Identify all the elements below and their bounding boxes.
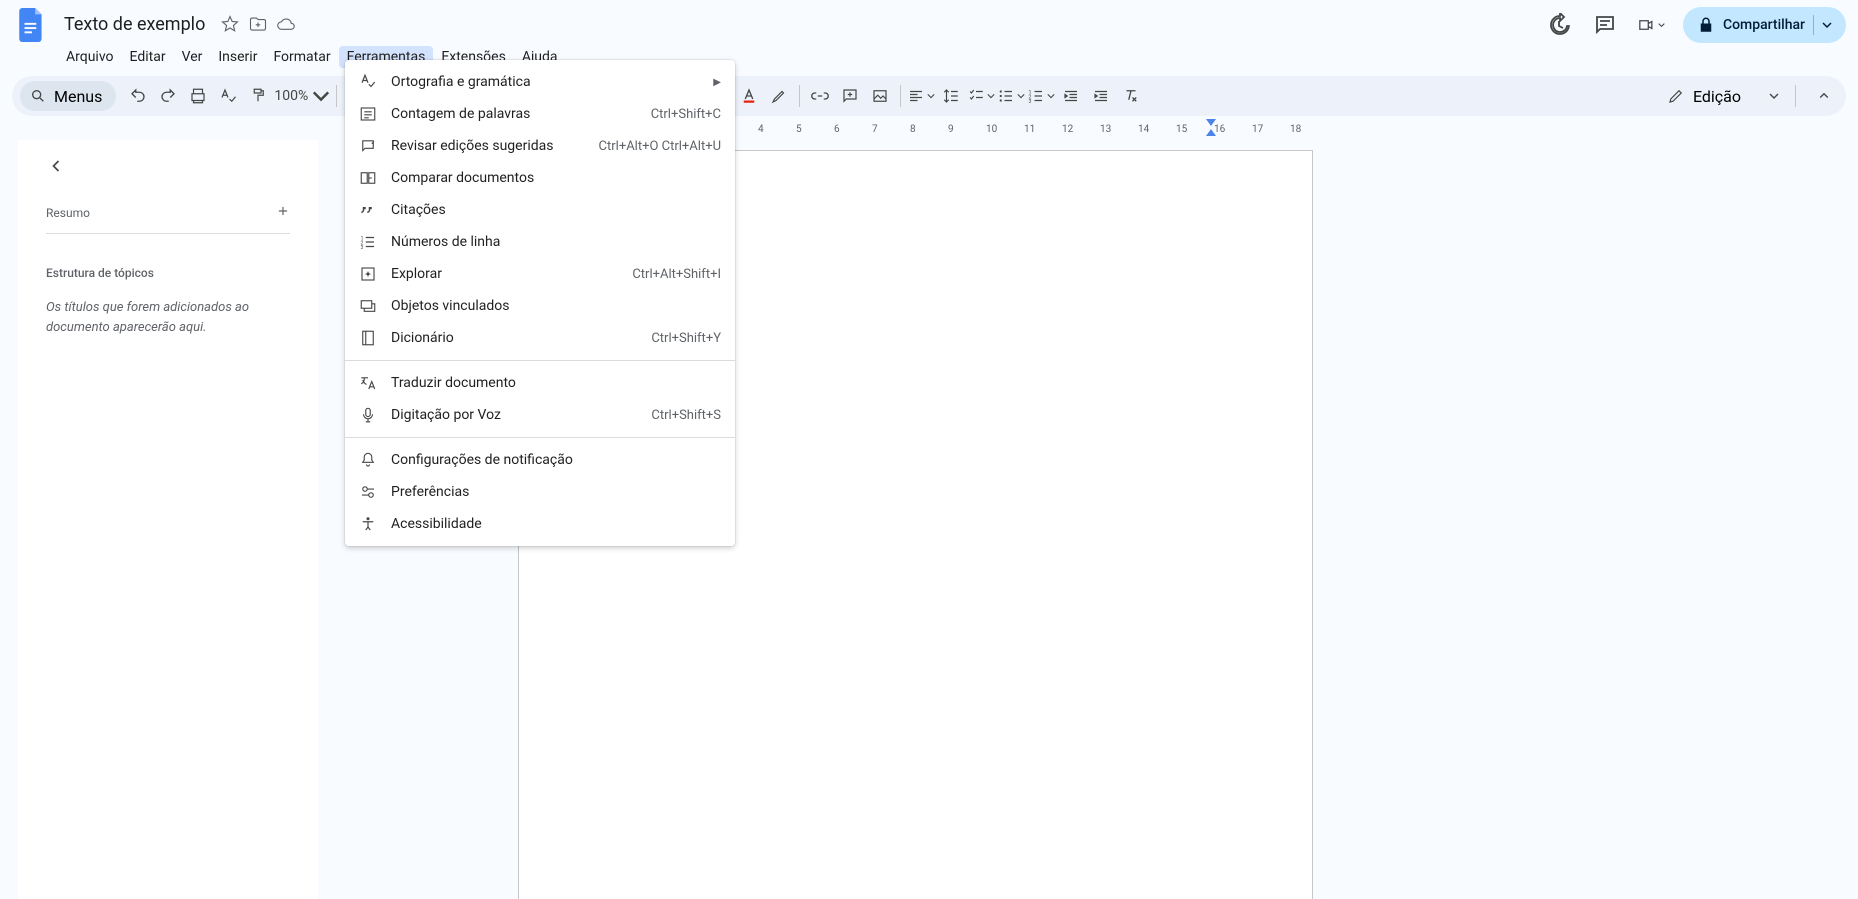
spellcheck-icon [359,73,377,91]
ruler-tick: 12 [1062,124,1073,135]
ruler-tick: 9 [948,124,954,135]
share-button[interactable]: Compartilhar [1683,7,1846,43]
ruler-tick: 7 [872,124,878,135]
translate-icon [359,374,377,392]
outline-placeholder: Os títulos que forem adicionados ao docu… [46,298,290,337]
menu-item-dicion-rio[interactable]: DicionárioCtrl+Shift+Y [345,322,735,354]
a11y-icon [359,515,377,533]
ruler-tick: 15 [1176,124,1187,135]
editing-mode-button[interactable]: Edição [1657,87,1789,106]
menu-editar[interactable]: Editar [122,46,174,68]
insert-image-button[interactable] [866,82,894,110]
move-icon[interactable] [249,15,267,37]
ruler-tick: 18 [1290,124,1301,135]
menu-inserir[interactable]: Inserir [210,46,265,68]
menu-item-cita-es[interactable]: Citações [345,194,735,226]
docs-logo[interactable] [12,5,52,45]
outline-panel: Resumo Estrutura de tópicos Os títulos q… [18,140,318,899]
summary-label: Resumo [46,206,90,220]
voice-icon [359,406,377,424]
menu-formatar[interactable]: Formatar [265,46,338,68]
document-title[interactable]: Texto de exemplo [58,13,211,36]
collapse-toolbar-button[interactable] [1810,82,1838,110]
ruler-tick: 6 [834,124,840,135]
ruler-tick: 4 [758,124,764,135]
svg-text:3: 3 [1029,99,1032,105]
line-spacing-button[interactable] [937,82,965,110]
add-summary-button[interactable] [276,204,290,221]
menubar: ArquivoEditarVerInserirFormatarFerrament… [0,44,1858,70]
svg-text:3: 3 [361,245,364,251]
search-menus[interactable]: Menus [20,81,116,111]
submenu-arrow-icon: ▶ [713,77,721,88]
indent-increase-button[interactable] [1087,82,1115,110]
menu-item-prefer-ncias[interactable]: Preferências [345,476,735,508]
explore-icon [359,265,377,283]
star-icon[interactable] [221,15,239,37]
linked-icon [359,297,377,315]
ruler-tick: 16 [1214,124,1225,135]
clear-formatting-button[interactable] [1117,82,1145,110]
menu-item-digita-o-por-voz[interactable]: Digitação por VozCtrl+Shift+S [345,399,735,431]
toolbar: Menus 100% 123 Edição [12,76,1846,116]
cloud-status-icon[interactable] [277,15,295,37]
numbered-list-button[interactable]: 123 [1027,82,1055,110]
linenum-icon: 123 [359,233,377,251]
tools-menu-dropdown: Ortografia e gramática▶Contagem de palav… [345,60,735,546]
ruler-tick: 14 [1138,124,1149,135]
bell-icon [359,451,377,469]
menu-item-objetos-vinculados[interactable]: Objetos vinculados [345,290,735,322]
print-button[interactable] [184,82,212,110]
outline-close-button[interactable] [46,156,290,180]
ruler-tick: 11 [1024,124,1035,135]
share-label: Compartilhar [1723,17,1805,33]
ruler-tick: 13 [1100,124,1111,135]
indent-decrease-button[interactable] [1057,82,1085,110]
menu-item-acessibilidade[interactable]: Acessibilidade [345,508,735,540]
quote-icon [359,201,377,219]
redo-button[interactable] [154,82,182,110]
zoom-select[interactable]: 100% [274,82,330,110]
review-icon [359,137,377,155]
menu-item-configura-es-de-notifica-o[interactable]: Configurações de notificação [345,444,735,476]
menu-item-traduzir-documento[interactable]: Traduzir documento [345,367,735,399]
insert-link-button[interactable] [806,82,834,110]
menu-item-comparar-documentos[interactable]: Comparar documentos [345,162,735,194]
dict-icon [359,329,377,347]
wordcount-icon [359,105,377,123]
outline-structure-label: Estrutura de tópicos [46,266,290,280]
prefs-icon [359,483,377,501]
highlight-button[interactable] [765,82,793,110]
meet-button[interactable] [1637,11,1665,39]
history-icon[interactable] [1545,11,1573,39]
ruler-tick: 8 [910,124,916,135]
comments-icon[interactable] [1591,11,1619,39]
ruler-tick: 5 [796,124,802,135]
ruler-tick: 10 [986,124,997,135]
insert-comment-button[interactable] [836,82,864,110]
menu-item-explorar[interactable]: ExplorarCtrl+Alt+Shift+I [345,258,735,290]
undo-button[interactable] [124,82,152,110]
menu-arquivo[interactable]: Arquivo [58,46,122,68]
vertical-ruler[interactable] [0,140,16,899]
text-color-button[interactable] [735,82,763,110]
menu-item-n-meros-de-linha[interactable]: 123Números de linha [345,226,735,258]
compare-icon [359,169,377,187]
paint-format-button[interactable] [244,82,272,110]
menu-item-contagem-de-palavras[interactable]: Contagem de palavrasCtrl+Shift+C [345,98,735,130]
menu-item-revisar-edi-es-sugeridas[interactable]: Revisar edições sugeridasCtrl+Alt+O Ctrl… [345,130,735,162]
checklist-button[interactable] [967,82,995,110]
ruler-tick: 17 [1252,124,1263,135]
spellcheck-button[interactable] [214,82,242,110]
bulleted-list-button[interactable] [997,82,1025,110]
menu-ver[interactable]: Ver [174,46,211,68]
menu-item-ortografia-e-gram-tica[interactable]: Ortografia e gramática▶ [345,66,735,98]
align-button[interactable] [907,82,935,110]
